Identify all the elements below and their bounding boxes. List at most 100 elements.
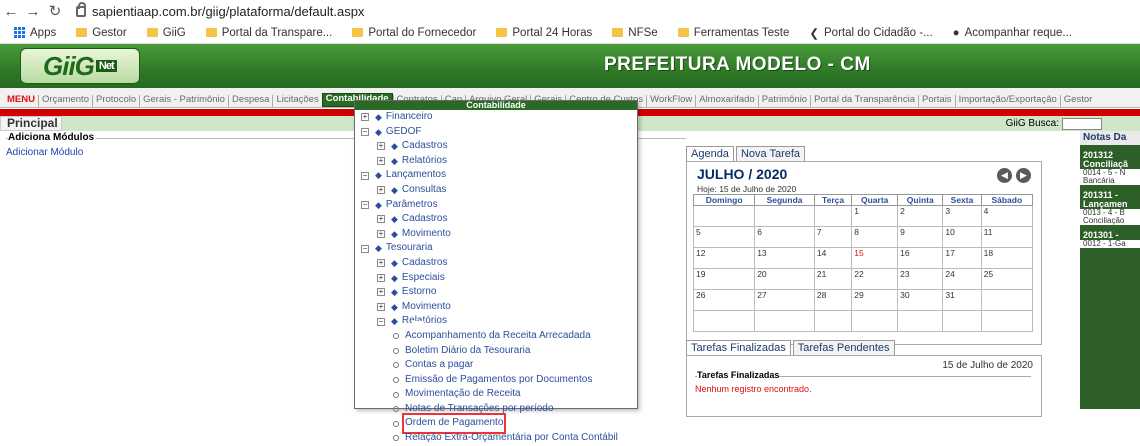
tree-item[interactable]: Contas a pagar <box>355 358 637 373</box>
tree-item[interactable]: Movimentação de Receita <box>355 387 637 402</box>
add-module-link[interactable]: Adicionar Módulo <box>6 147 83 158</box>
menu-item[interactable]: Gestor <box>1059 95 1096 107</box>
next-month-icon[interactable]: ▶ <box>1016 168 1031 183</box>
tree-item[interactable]: + ◆ Consultas <box>355 183 637 198</box>
tree-item[interactable]: Boletim Diário da Tesouraria <box>355 344 637 359</box>
tree-item[interactable]: Acompanhamento da Receita Arrecadada <box>355 329 637 344</box>
expand-icon[interactable]: + <box>377 303 385 312</box>
calendar-day[interactable]: 27 <box>754 289 815 311</box>
note-item[interactable]: Conciliação <box>1080 217 1140 225</box>
calendar-day[interactable]: 6 <box>754 226 815 248</box>
calendar-day[interactable] <box>897 310 944 332</box>
search-input[interactable] <box>1062 117 1102 130</box>
menu-item[interactable]: Importação/Exportação <box>954 95 1060 107</box>
calendar-day[interactable] <box>813 310 853 332</box>
tree-item[interactable]: − ◆ GEDOF <box>355 125 637 140</box>
menu-item[interactable]: Patrimônio <box>757 95 810 107</box>
tree-item[interactable]: + ◆ Movimento <box>355 300 637 315</box>
expand-icon[interactable]: + <box>377 273 385 282</box>
note-item[interactable]: Bancária <box>1080 177 1140 185</box>
reload-icon[interactable]: ↻ <box>44 2 66 20</box>
calendar-day[interactable]: 31 <box>942 289 982 311</box>
calendar-day[interactable]: 16 <box>897 247 944 269</box>
tab-principal[interactable]: Principal <box>0 116 62 131</box>
menu-item[interactable]: Almoxarifado <box>695 95 757 107</box>
menu-item[interactable]: Licitações <box>272 95 321 107</box>
calendar-day[interactable]: 4 <box>980 205 1034 227</box>
tree-item[interactable]: + ◆ Relatórios <box>355 154 637 169</box>
calendar-day[interactable] <box>942 310 982 332</box>
tree-item[interactable]: Emissão de Pagamentos por Documentos <box>355 373 637 388</box>
calendar-day[interactable]: 19 <box>692 268 756 290</box>
collapse-icon[interactable]: − <box>361 171 369 180</box>
tree-item[interactable]: Notas de Transações por período <box>355 402 637 417</box>
calendar-day[interactable]: 7 <box>813 226 853 248</box>
bookmark-item[interactable]: Gestor <box>68 27 135 39</box>
menu-item[interactable]: WorkFlow <box>646 95 695 107</box>
calendar-day[interactable]: 3 <box>942 205 982 227</box>
expand-icon[interactable]: + <box>377 259 385 268</box>
calendar-day[interactable] <box>980 289 1034 311</box>
expand-icon[interactable]: + <box>377 288 385 297</box>
tab-tarefas-pendentes[interactable]: Tarefas Pendentes <box>792 340 895 355</box>
calendar-day[interactable]: 13 <box>754 247 815 269</box>
url-text[interactable]: sapientiaap.com.br/giig/plataforma/defau… <box>92 4 364 19</box>
tree-item[interactable]: + ◆ Estorno <box>355 285 637 300</box>
calendar-day[interactable]: 22 <box>851 268 899 290</box>
tree-item[interactable]: + ◆ Especiais <box>355 271 637 286</box>
calendar-day[interactable]: 26 <box>692 289 756 311</box>
collapse-icon[interactable]: − <box>361 127 369 136</box>
tab-agenda[interactable]: Agenda <box>686 146 734 161</box>
calendar-day[interactable]: 23 <box>897 268 944 290</box>
menu-item[interactable]: Portais <box>917 95 955 107</box>
menu-item[interactable]: MENU <box>4 95 38 107</box>
tree-item[interactable]: + ◆ Cadastros <box>355 256 637 271</box>
bookmark-item[interactable]: Apps <box>6 27 64 39</box>
menu-item[interactable]: Protocolo <box>91 95 139 107</box>
menu-item[interactable]: Gerais - Patrimônio <box>139 95 228 107</box>
menu-item[interactable]: Despesa <box>227 95 273 107</box>
giig-logo[interactable]: GiiG Net <box>20 48 140 84</box>
tree-item[interactable]: − ◆ Relatórios <box>355 314 637 329</box>
calendar-day[interactable]: 30 <box>897 289 944 311</box>
menu-item[interactable]: Orçamento <box>37 95 92 107</box>
calendar-day[interactable]: 9 <box>897 226 944 248</box>
calendar-day[interactable]: 8 <box>851 226 899 248</box>
calendar-day[interactable] <box>692 310 756 332</box>
collapse-icon[interactable]: − <box>361 244 369 253</box>
collapse-icon[interactable]: − <box>377 317 385 326</box>
bookmark-item[interactable]: ● Acompanhar reque... <box>945 27 1080 39</box>
bookmark-item[interactable]: GiiG <box>139 27 194 39</box>
tree-item[interactable]: − ◆ Lançamentos <box>355 168 637 183</box>
expand-icon[interactable]: + <box>377 230 385 239</box>
tree-item[interactable]: + ◆ Movimento <box>355 227 637 242</box>
calendar-day[interactable]: 11 <box>980 226 1034 248</box>
calendar-day[interactable]: 20 <box>754 268 815 290</box>
tree-item[interactable]: Relação Extra-Orçamentária por Conta Con… <box>355 431 637 446</box>
address-bar[interactable]: sapientiaap.com.br/giig/plataforma/defau… <box>76 1 364 19</box>
note-group-title[interactable]: 201312 Conciliaçã <box>1080 151 1140 169</box>
calendar-day[interactable]: 12 <box>692 247 756 269</box>
note-item[interactable]: 0012 - 1-Ga <box>1080 240 1140 248</box>
expand-icon[interactable]: + <box>377 157 385 166</box>
collapse-icon[interactable]: − <box>361 200 369 209</box>
calendar-day[interactable]: 5 <box>692 226 756 248</box>
bookmark-item[interactable]: NFSe <box>604 27 665 39</box>
calendar-day[interactable] <box>851 310 899 332</box>
calendar-day[interactable]: 25 <box>980 268 1034 290</box>
calendar-day[interactable]: 15 <box>851 247 899 269</box>
calendar-day[interactable]: 24 <box>942 268 982 290</box>
calendar-day[interactable] <box>692 205 756 227</box>
tree-item[interactable]: + ◆ Cadastros <box>355 139 637 154</box>
bookmark-item[interactable]: ❮ Portal do Cidadão -... <box>801 26 940 40</box>
menu-item[interactable]: Portal da Transparência <box>810 95 918 107</box>
expand-icon[interactable]: + <box>377 186 385 195</box>
tree-item[interactable]: + ◆ Financeiro <box>355 110 637 125</box>
calendar-day[interactable]: 18 <box>980 247 1034 269</box>
tree-item[interactable]: Ordem de Pagamento <box>355 413 637 434</box>
calendar-day[interactable] <box>754 205 815 227</box>
note-group-title[interactable]: 201311 - Lançamen <box>1080 191 1140 209</box>
calendar-day[interactable]: 29 <box>851 289 899 311</box>
bookmark-item[interactable]: Portal 24 Horas <box>488 27 600 39</box>
tree-item[interactable]: − ◆ Parâmetros <box>355 198 637 213</box>
